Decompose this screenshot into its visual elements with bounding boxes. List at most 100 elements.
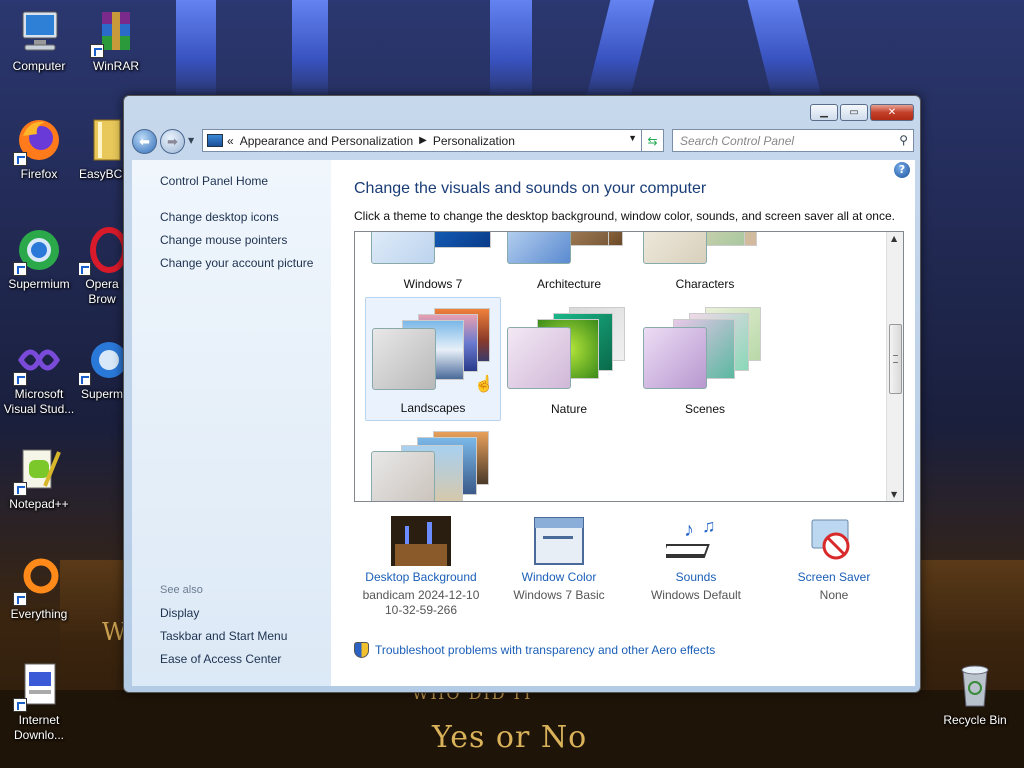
- window-color-item[interactable]: Window Color Windows 7 Basic: [494, 516, 624, 603]
- taskbar-start-menu-link[interactable]: Taskbar and Start Menu: [160, 629, 287, 643]
- search-input[interactable]: Search Control Panel ⚲: [672, 129, 914, 152]
- control-panel-home-link[interactable]: Control Panel Home: [160, 174, 268, 188]
- shortcut-arrow-icon: [90, 44, 104, 58]
- desktop-icon-easybcd[interactable]: EasyBCD: [79, 116, 129, 182]
- theme-list-scrollbar[interactable]: ▲ ▼: [886, 232, 903, 501]
- sounds-value: Windows Default: [650, 588, 742, 602]
- sounds-icon: ♪ ♫: [656, 516, 726, 566]
- help-icon[interactable]: ?: [894, 162, 910, 178]
- screen-saver-item[interactable]: Screen Saver None: [769, 516, 899, 603]
- back-arrow-icon: ⬅: [139, 135, 150, 150]
- change-account-picture-link[interactable]: Change your account picture: [160, 256, 313, 270]
- scroll-up-icon[interactable]: ▲: [891, 234, 897, 243]
- desktop-icon-label: Supermium: [8, 277, 70, 291]
- notepad-plus-plus-icon: [13, 446, 63, 496]
- sounds-item[interactable]: ♪ ♫ Sounds Windows Default: [631, 516, 761, 603]
- desktop-background-label[interactable]: Desktop Background: [356, 570, 486, 584]
- computer-icon: [15, 8, 63, 56]
- display-link[interactable]: Display: [160, 606, 199, 620]
- breadcrumb-separator-icon[interactable]: ▶: [419, 135, 427, 146]
- forward-button[interactable]: ➡: [160, 129, 185, 154]
- shortcut-arrow-icon: [79, 372, 91, 386]
- desktop-icon-winrar[interactable]: WinRAR: [79, 8, 153, 74]
- firefox-icon: [13, 116, 63, 166]
- wallpaper-beam: [292, 0, 328, 100]
- close-button[interactable]: ✕: [870, 104, 914, 121]
- desktop-icon-label: Recycle Bin: [943, 713, 1007, 727]
- change-mouse-pointers-link[interactable]: Change mouse pointers: [160, 233, 287, 247]
- shortcut-arrow-icon: [13, 592, 27, 606]
- theme-preview: [507, 232, 629, 264]
- change-desktop-icons-link[interactable]: Change desktop icons: [160, 210, 279, 224]
- sounds-label[interactable]: Sounds: [631, 570, 761, 584]
- address-overflow[interactable]: «: [227, 134, 234, 148]
- personalization-window[interactable]: ▁ ▭ ✕ ⬅ ➡ ▼ « Appearance and Personaliza…: [123, 95, 921, 693]
- desktop-icon-recycle-bin[interactable]: Recycle Bin: [938, 662, 1012, 728]
- desktop-background-icon: [391, 516, 451, 566]
- window-color-icon: [529, 516, 589, 566]
- screen-saver-label[interactable]: Screen Saver: [769, 570, 899, 584]
- theme-landscapes[interactable]: ☝ Landscapes: [365, 297, 501, 421]
- theme-list[interactable]: Windows 7 Architecture Characters ☝ Land…: [354, 231, 904, 502]
- page-title: Change the visuals and sounds on your co…: [354, 180, 707, 197]
- scroll-down-icon[interactable]: ▼: [891, 490, 897, 499]
- window-color-label[interactable]: Window Color: [494, 570, 624, 584]
- close-icon: ✕: [887, 107, 897, 118]
- theme-scenes[interactable]: Scenes: [637, 297, 773, 421]
- theme-nature[interactable]: Nature: [501, 297, 637, 421]
- theme-windows-7[interactable]: Windows 7: [365, 232, 501, 296]
- search-icon[interactable]: ⚲: [899, 133, 908, 147]
- address-bar[interactable]: « Appearance and Personalization ▶ Perso…: [202, 129, 642, 152]
- desktop-icon-notepad-plus-plus[interactable]: Notepad++: [2, 446, 76, 512]
- theme-architecture[interactable]: Architecture: [501, 232, 637, 296]
- desktop-background-item[interactable]: Desktop Background bandicam 2024-12-10 1…: [356, 516, 486, 618]
- refresh-button[interactable]: ⇆: [642, 129, 664, 152]
- opera-icon: [79, 226, 125, 276]
- minimize-icon: ▁: [820, 107, 828, 118]
- breadcrumb-personalization[interactable]: Personalization: [433, 134, 515, 148]
- minimize-button[interactable]: ▁: [810, 104, 838, 121]
- back-button[interactable]: ⬅: [132, 129, 157, 154]
- theme-preview: [371, 431, 493, 501]
- desktop-icon-label: Computer: [12, 59, 66, 73]
- page-subtitle: Click a theme to change the desktop back…: [354, 209, 895, 223]
- desktop-icon-internet-download-manager[interactable]: Internet Downlo...: [2, 662, 76, 743]
- desktop-icon-label: EasyBCD: [79, 167, 129, 181]
- forward-arrow-icon: ➡: [167, 135, 178, 150]
- theme-characters[interactable]: Characters: [637, 232, 773, 296]
- wallpaper-beam: [490, 0, 532, 100]
- desktop-icon-supermium-2[interactable]: Superm: [79, 336, 125, 402]
- desktop-icon-supermium[interactable]: Supermium: [2, 226, 76, 292]
- desktop-icon-label: Superm: [80, 387, 124, 401]
- desktop-icon-everything[interactable]: Everything: [2, 556, 76, 622]
- theme-label: Landscapes: [400, 401, 466, 415]
- troubleshoot-aero-link[interactable]: Troubleshoot problems with transparency …: [354, 642, 715, 658]
- mouse-pointer-hand-icon: ☝: [474, 376, 494, 393]
- scrollbar-thumb[interactable]: [889, 324, 902, 394]
- wallpaper-beam: [585, 0, 655, 100]
- ease-of-access-link[interactable]: Ease of Access Center: [160, 652, 281, 666]
- desktop-icon-firefox[interactable]: Firefox: [2, 116, 76, 182]
- desktop-icon-opera[interactable]: Opera Brow: [79, 226, 125, 307]
- theme-label: Architecture: [536, 277, 602, 291]
- recent-pages-dropdown[interactable]: ▼: [188, 136, 194, 145]
- theme-label: Windows 7: [403, 277, 463, 291]
- address-dropdown-icon[interactable]: ▼: [628, 133, 637, 143]
- breadcrumb-appearance[interactable]: Appearance and Personalization: [240, 134, 413, 148]
- maximize-button[interactable]: ▭: [840, 104, 868, 121]
- desktop-icon-visual-studio[interactable]: Microsoft Visual Stud...: [2, 336, 76, 417]
- theme-preview: [507, 307, 629, 389]
- refresh-icon: ⇆: [647, 133, 658, 148]
- theme-preview: [643, 307, 765, 389]
- wallpaper-beam: [176, 0, 216, 100]
- desktop-icon-computer[interactable]: Computer: [2, 8, 76, 74]
- control-panel-icon: [207, 134, 223, 147]
- screen-saver-value: None: [819, 588, 849, 602]
- desktop-icon-label: Firefox: [20, 167, 58, 181]
- theme-partial[interactable]: [365, 421, 501, 501]
- troubleshoot-label[interactable]: Troubleshoot problems with transparency …: [375, 643, 715, 657]
- shortcut-arrow-icon: [13, 262, 27, 276]
- svg-text:♫: ♫: [702, 516, 716, 536]
- internet-download-manager-icon: [13, 662, 63, 712]
- theme-label: Scenes: [684, 402, 726, 416]
